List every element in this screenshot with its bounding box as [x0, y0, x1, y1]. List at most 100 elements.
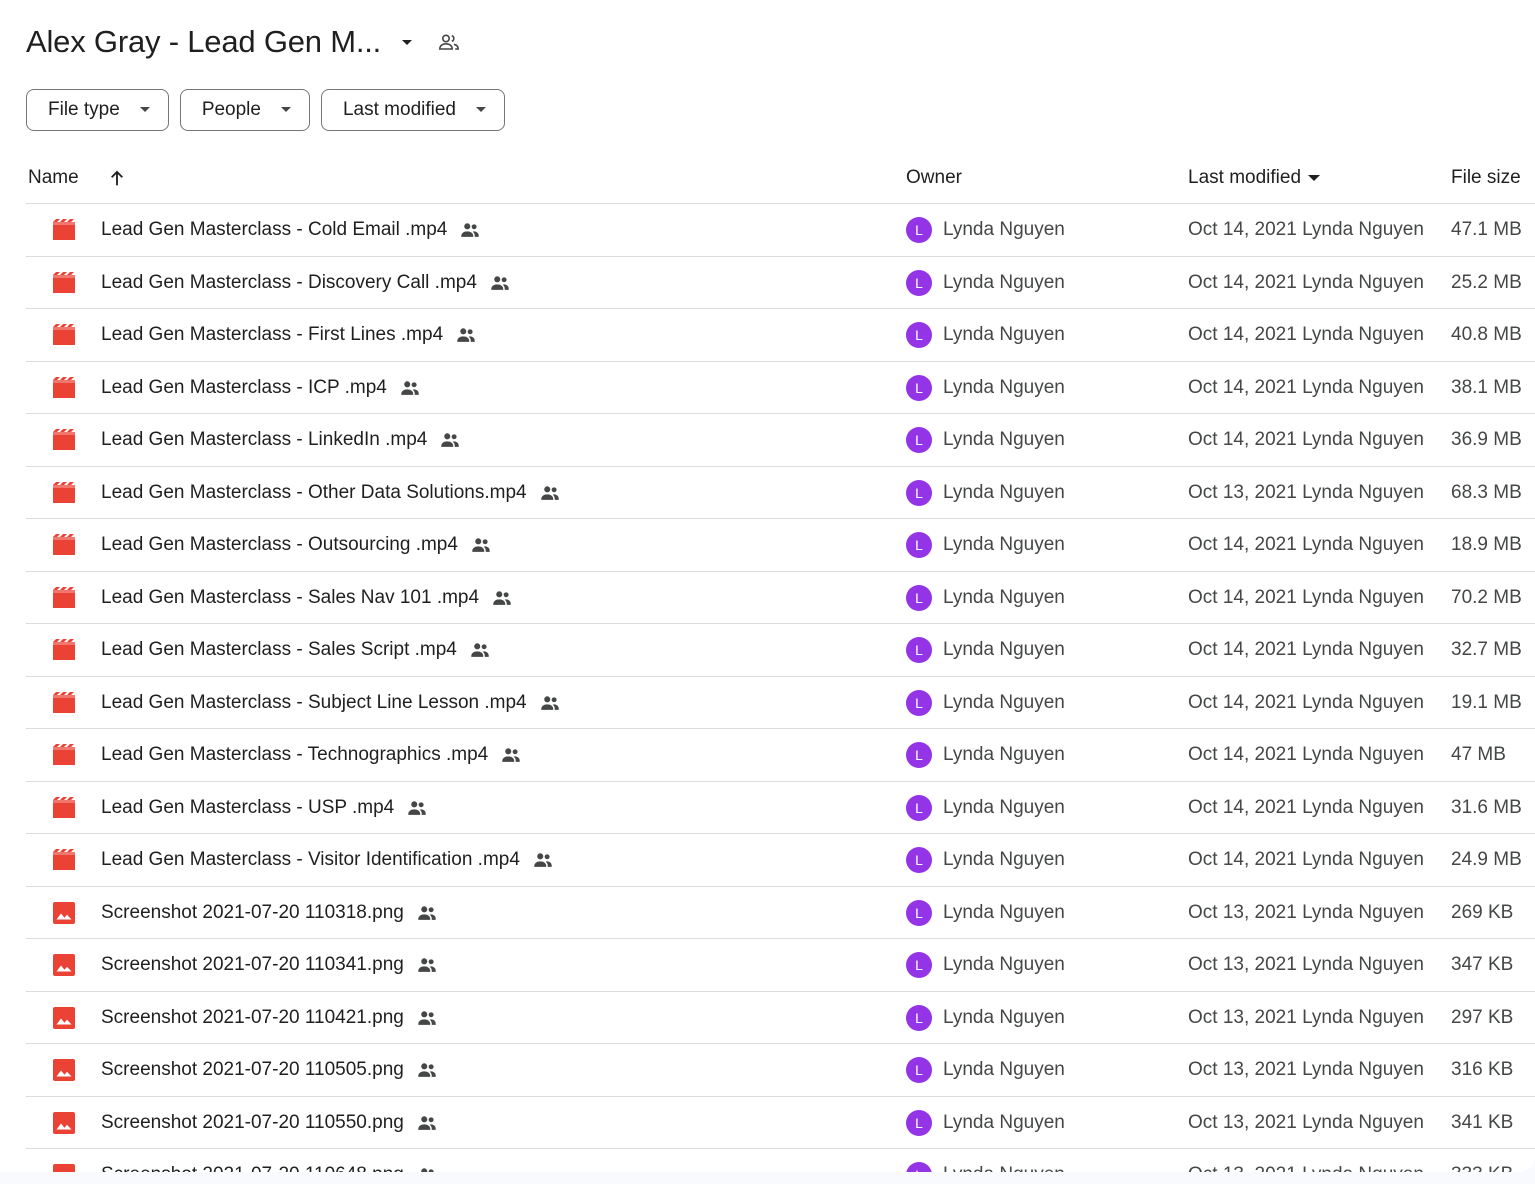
file-name-cell[interactable]: Lead Gen Masterclass - Sales Script .mp4	[101, 624, 491, 676]
file-name-cell[interactable]: Screenshot 2021-07-20 110648.png	[101, 1149, 438, 1172]
last-modified-cell: Oct 14, 2021 Lynda Nguyen	[1188, 744, 1424, 765]
file-name-cell[interactable]: Screenshot 2021-07-20 110318.png	[101, 887, 438, 939]
column-header-last-modified[interactable]: Last modified	[1188, 152, 1321, 204]
shared-people-icon	[532, 849, 554, 871]
owner-cell: L Lynda Nguyen	[906, 834, 1065, 886]
people-outline-icon[interactable]	[437, 30, 461, 54]
file-type-filter[interactable]: File type	[26, 89, 169, 131]
owner-name: Lynda Nguyen	[943, 796, 1065, 818]
file-row-15[interactable]: Screenshot 2021-07-20 110341.png L Lynda…	[26, 939, 1535, 992]
owner-cell: L Lynda Nguyen	[906, 1097, 1065, 1149]
avatar[interactable]: L	[906, 1004, 932, 1031]
file-row-12[interactable]: Lead Gen Masterclass - USP .mp4 L Lynda …	[26, 782, 1535, 834]
file-name-cell[interactable]: Screenshot 2021-07-20 110421.png	[101, 992, 438, 1044]
file-name-cell[interactable]: Lead Gen Masterclass - Cold Email .mp4	[101, 204, 481, 256]
file-row-14[interactable]: Screenshot 2021-07-20 110318.png L Lynda…	[26, 887, 1535, 939]
avatar[interactable]: L	[906, 217, 932, 243]
arrow-drop-down-icon	[474, 106, 488, 114]
avatar[interactable]: L	[906, 322, 932, 348]
file-name-cell[interactable]: Lead Gen Masterclass - LinkedIn .mp4	[101, 414, 461, 466]
owner-cell: L Lynda Nguyen	[906, 939, 1065, 991]
avatar[interactable]: L	[906, 1162, 932, 1172]
file-row-11[interactable]: Lead Gen Masterclass - Technographics .m…	[26, 729, 1535, 782]
file-name: Lead Gen Masterclass - Cold Email .mp4	[101, 219, 448, 240]
file-name-cell[interactable]: Screenshot 2021-07-20 110505.png	[101, 1044, 438, 1096]
column-header-owner[interactable]: Owner	[906, 152, 962, 204]
image-file-icon	[52, 887, 76, 939]
avatar[interactable]: L	[906, 584, 932, 611]
file-name: Lead Gen Masterclass - Sales Script .mp4	[101, 639, 457, 660]
file-row-10[interactable]: Lead Gen Masterclass - Subject Line Less…	[26, 677, 1535, 729]
last-modified-cell: Oct 14, 2021 Lynda Nguyen	[1188, 849, 1424, 870]
file-size-cell: 316 KB	[1451, 1059, 1514, 1080]
avatar[interactable]: L	[906, 427, 932, 453]
avatar[interactable]: L	[906, 742, 932, 768]
file-row-3[interactable]: Lead Gen Masterclass - First Lines .mp4 …	[26, 309, 1535, 362]
column-header-name[interactable]: Name	[28, 152, 79, 204]
avatar[interactable]: L	[906, 794, 932, 821]
file-name-cell[interactable]: Lead Gen Masterclass - First Lines .mp4	[101, 309, 477, 361]
file-name-cell[interactable]: Lead Gen Masterclass - Other Data Soluti…	[101, 467, 561, 519]
owner-cell: L Lynda Nguyen	[906, 572, 1065, 624]
avatar[interactable]: L	[906, 689, 932, 716]
column-header-file-size[interactable]: File size	[1451, 152, 1521, 204]
file-name-cell[interactable]: Lead Gen Masterclass - USP .mp4	[101, 782, 428, 834]
file-row-4[interactable]: Lead Gen Masterclass - ICP .mp4 L Lynda …	[26, 362, 1535, 414]
file-name: Lead Gen Masterclass - Discovery Call .m…	[101, 271, 477, 293]
shared-people-icon	[469, 639, 491, 661]
file-row-19[interactable]: Screenshot 2021-07-20 110648.png L Lynda…	[26, 1149, 1535, 1172]
file-row-7[interactable]: Lead Gen Masterclass - Outsourcing .mp4 …	[26, 519, 1535, 572]
avatar[interactable]: L	[906, 532, 932, 558]
shared-people-icon	[416, 1112, 438, 1134]
file-name-cell[interactable]: Lead Gen Masterclass - Technographics .m…	[101, 729, 522, 781]
people-filter[interactable]: People	[179, 89, 310, 131]
shared-people-icon	[416, 902, 438, 924]
owner-name: Lynda Nguyen	[943, 639, 1065, 660]
avatar[interactable]: L	[906, 847, 932, 873]
file-name: Lead Gen Masterclass - LinkedIn .mp4	[101, 429, 428, 450]
video-file-icon	[52, 572, 76, 624]
file-size-cell: 341 KB	[1451, 1111, 1514, 1133]
file-row-6[interactable]: Lead Gen Masterclass - Other Data Soluti…	[26, 467, 1535, 519]
video-file-icon	[52, 414, 76, 466]
file-row-17[interactable]: Screenshot 2021-07-20 110505.png L Lynda…	[26, 1044, 1535, 1097]
file-row-13[interactable]: Lead Gen Masterclass - Visitor Identific…	[26, 834, 1535, 887]
file-name-cell[interactable]: Lead Gen Masterclass - Sales Nav 101 .mp…	[101, 572, 513, 624]
owner-cell: L Lynda Nguyen	[906, 1149, 1065, 1172]
owner-cell: L Lynda Nguyen	[906, 414, 1065, 466]
file-row-8[interactable]: Lead Gen Masterclass - Sales Nav 101 .mp…	[26, 572, 1535, 624]
avatar[interactable]: L	[906, 637, 932, 663]
file-name-cell[interactable]: Screenshot 2021-07-20 110341.png	[101, 939, 438, 991]
avatar[interactable]: L	[906, 479, 932, 506]
avatar[interactable]: L	[906, 1109, 932, 1136]
video-file-icon	[52, 624, 76, 676]
file-name: Screenshot 2021-07-20 110648.png	[101, 1164, 404, 1172]
avatar[interactable]: L	[906, 1057, 932, 1083]
file-row-5[interactable]: Lead Gen Masterclass - LinkedIn .mp4 L L…	[26, 414, 1535, 467]
file-name-cell[interactable]: Lead Gen Masterclass - Outsourcing .mp4	[101, 519, 492, 571]
file-row-2[interactable]: Lead Gen Masterclass - Discovery Call .m…	[26, 257, 1535, 309]
file-name: Screenshot 2021-07-20 110341.png	[101, 954, 404, 975]
avatar[interactable]: L	[906, 952, 932, 978]
owner-name: Lynda Nguyen	[943, 901, 1065, 923]
last-modified-cell: Oct 14, 2021 Lynda Nguyen	[1188, 271, 1424, 293]
file-row-18[interactable]: Screenshot 2021-07-20 110550.png L Lynda…	[26, 1097, 1535, 1149]
avatar[interactable]: L	[906, 899, 932, 926]
file-size-cell: 24.9 MB	[1451, 849, 1522, 870]
file-name-cell[interactable]: Lead Gen Masterclass - Subject Line Less…	[101, 677, 561, 729]
file-name-cell[interactable]: Lead Gen Masterclass - Visitor Identific…	[101, 834, 554, 886]
last-modified-cell: Oct 13, 2021 Lynda Nguyen	[1188, 481, 1424, 503]
arrow-up-icon[interactable]	[106, 152, 128, 204]
file-row-16[interactable]: Screenshot 2021-07-20 110421.png L Lynda…	[26, 992, 1535, 1044]
avatar[interactable]: L	[906, 374, 932, 401]
arrow-drop-down-icon[interactable]	[395, 30, 419, 54]
file-row-9[interactable]: Lead Gen Masterclass - Sales Script .mp4…	[26, 624, 1535, 677]
folder-title[interactable]: Alex Gray - Lead Gen M...	[26, 24, 381, 60]
file-size-cell: 19.1 MB	[1451, 691, 1522, 713]
avatar[interactable]: L	[906, 269, 932, 296]
file-name-cell[interactable]: Lead Gen Masterclass - Discovery Call .m…	[101, 257, 511, 309]
file-name-cell[interactable]: Screenshot 2021-07-20 110550.png	[101, 1097, 438, 1149]
file-row-1[interactable]: Lead Gen Masterclass - Cold Email .mp4 L…	[26, 204, 1535, 257]
file-name-cell[interactable]: Lead Gen Masterclass - ICP .mp4	[101, 362, 421, 414]
last-modified-filter[interactable]: Last modified	[320, 89, 505, 131]
